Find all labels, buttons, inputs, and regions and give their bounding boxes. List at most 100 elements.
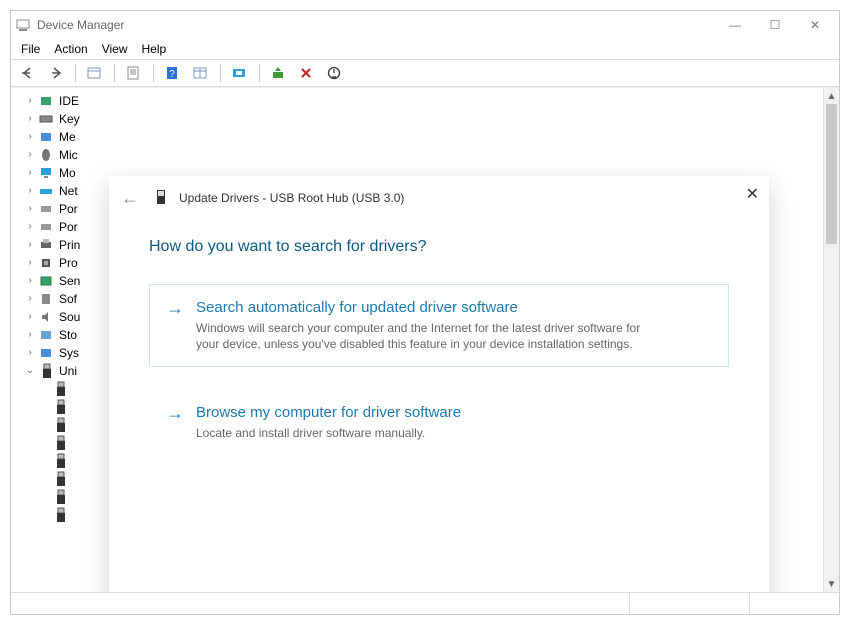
tree-item-label: Key [59, 110, 80, 128]
chevron-icon[interactable]: › [25, 218, 35, 236]
properties-icon[interactable] [123, 63, 145, 83]
chip-icon [39, 94, 55, 108]
vertical-scrollbar[interactable]: ▲ ▼ [823, 88, 839, 592]
printer-icon [39, 238, 55, 252]
tree-item-label: Sys [59, 344, 79, 362]
option-title: Browse my computer for driver software [196, 404, 461, 421]
tree-item-label: Sto [59, 326, 77, 344]
show-hidden-icon[interactable] [84, 63, 106, 83]
menu-action[interactable]: Action [54, 42, 87, 56]
dialog-back-icon[interactable]: ← [121, 188, 145, 209]
uninstall-icon[interactable] [296, 63, 318, 83]
dialog-close-icon[interactable]: ✕ [746, 184, 759, 204]
dialog-heading: How do you want to search for drivers? [149, 238, 729, 256]
statusbar [11, 592, 839, 614]
monitor-icon [39, 166, 55, 180]
tree-item-label: Sen [59, 272, 80, 290]
option-description: Locate and install driver software manua… [196, 425, 461, 441]
disable-icon[interactable] [324, 63, 346, 83]
tree-item-label: Por [59, 218, 78, 236]
tree-item-label: Uni [59, 362, 77, 380]
chevron-icon[interactable]: ⌄ [25, 362, 35, 380]
tree-item-label: Prin [59, 236, 80, 254]
tree-item[interactable]: › Mic [25, 146, 839, 164]
usb-icon [53, 508, 69, 522]
arrow-right-icon: → [166, 299, 184, 352]
media-icon [39, 130, 55, 144]
chevron-icon[interactable]: › [25, 128, 35, 146]
tree-item-label: Net [59, 182, 78, 200]
update-drivers-dialog: ✕ ← Update Drivers - USB Root Hub (USB 3… [109, 176, 769, 592]
device-manager-window: Device Manager — ☐ ✕ File Action View He… [10, 10, 840, 615]
scroll-down-icon[interactable]: ▼ [824, 576, 839, 592]
option-search-automatically[interactable]: → Search automatically for updated drive… [149, 284, 729, 367]
usb-icon [53, 454, 69, 468]
keyboard-icon [39, 112, 55, 126]
usb-icon [53, 400, 69, 414]
arrow-right-icon: → [166, 404, 184, 441]
tree-item[interactable]: ›IDE [25, 92, 839, 110]
software-icon [39, 292, 55, 306]
chevron-icon[interactable]: › [25, 200, 35, 218]
nav-forward-icon[interactable] [45, 63, 67, 83]
chevron-icon[interactable]: › [25, 110, 35, 128]
chevron-icon[interactable]: › [25, 290, 35, 308]
chevron-icon[interactable]: › [25, 308, 35, 326]
dialog-title: Update Drivers - USB Root Hub (USB 3.0) [179, 191, 404, 205]
port-icon [39, 202, 55, 216]
toolbar-separator [220, 64, 221, 82]
action-icon[interactable] [190, 63, 212, 83]
toolbar-separator [259, 64, 260, 82]
update-driver-icon[interactable] [268, 63, 290, 83]
chevron-icon[interactable]: › [25, 236, 35, 254]
system-icon [39, 346, 55, 360]
sensor-icon [39, 274, 55, 288]
close-button[interactable]: ✕ [795, 11, 835, 39]
window-title: Device Manager [37, 18, 715, 32]
usb-icon [53, 472, 69, 486]
usb-icon [53, 382, 69, 396]
toolbar: ? [11, 59, 839, 87]
usb-icon [53, 436, 69, 450]
scan-hardware-icon[interactable] [229, 63, 251, 83]
menubar: File Action View Help [11, 39, 839, 59]
option-description: Windows will search your computer and th… [196, 320, 656, 352]
window-controls: — ☐ ✕ [715, 11, 835, 39]
minimize-button[interactable]: — [715, 11, 755, 39]
chevron-icon[interactable]: › [25, 326, 35, 344]
option-browse-computer[interactable]: → Browse my computer for driver software… [149, 389, 729, 456]
chevron-icon[interactable]: › [25, 254, 35, 272]
tree-item-label: Me [59, 128, 76, 146]
svg-text:?: ? [169, 69, 175, 80]
help-icon[interactable]: ? [162, 63, 184, 83]
scroll-up-icon[interactable]: ▲ [824, 88, 839, 104]
usb-icon [53, 490, 69, 504]
scroll-thumb[interactable] [826, 104, 837, 244]
usb-icon [39, 364, 55, 378]
app-icon [15, 17, 31, 33]
tree-item-label: Mic [59, 146, 78, 164]
status-cell [629, 593, 749, 614]
tree-item[interactable]: › Me [25, 128, 839, 146]
chevron-icon[interactable]: › [25, 146, 35, 164]
chevron-icon[interactable]: › [25, 92, 35, 110]
device-icon [155, 189, 169, 207]
titlebar: Device Manager — ☐ ✕ [11, 11, 839, 39]
menu-file[interactable]: File [21, 42, 40, 56]
tree-item[interactable]: › Key [25, 110, 839, 128]
port-icon [39, 220, 55, 234]
status-cell [749, 593, 839, 614]
chevron-icon[interactable]: › [25, 182, 35, 200]
nav-back-icon[interactable] [17, 63, 39, 83]
tree-item-label: Sou [59, 308, 80, 326]
chevron-icon[interactable]: › [25, 272, 35, 290]
tree-item-label: Pro [59, 254, 78, 272]
toolbar-separator [75, 64, 76, 82]
chevron-icon[interactable]: › [25, 164, 35, 182]
menu-view[interactable]: View [102, 42, 128, 56]
network-icon [39, 184, 55, 198]
menu-help[interactable]: Help [142, 42, 167, 56]
chevron-icon[interactable]: › [25, 344, 35, 362]
storage-icon [39, 328, 55, 342]
maximize-button[interactable]: ☐ [755, 11, 795, 39]
